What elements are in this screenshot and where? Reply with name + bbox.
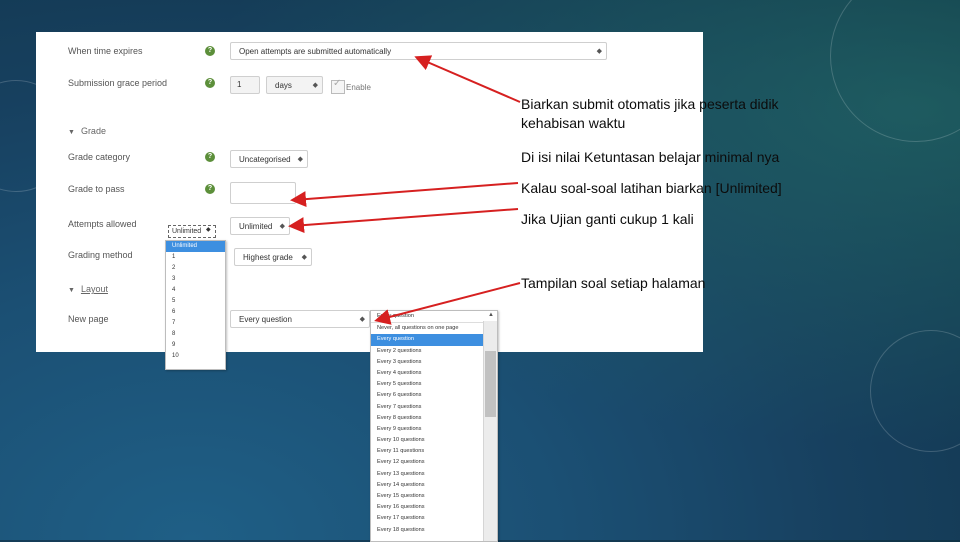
- note-unlimited: Kalau soal-soal latihan biarkan [Unlimit…: [521, 180, 782, 196]
- arrow-new-page: [374, 282, 521, 325]
- arrow-attempts-allowed: [288, 208, 519, 234]
- annotation-arrows: [288, 55, 521, 325]
- arrow-grade-to-pass: [290, 182, 519, 208]
- note-tampilan: Tampilan soal setiap halaman: [521, 275, 706, 291]
- note-submit-line2: kehabisan waktu: [521, 115, 626, 131]
- note-ujian: Jika Ujian ganti cukup 1 kali: [521, 211, 694, 227]
- note-submit-otomatis: Biarkan submit otomatis jika peserta did…: [521, 95, 779, 133]
- note-submit-line1: Biarkan submit otomatis jika peserta did…: [521, 96, 779, 112]
- note-ketuntasan: Di isi nilai Ketuntasan belajar minimal …: [521, 149, 780, 165]
- arrow-when-time-expires: [414, 55, 521, 103]
